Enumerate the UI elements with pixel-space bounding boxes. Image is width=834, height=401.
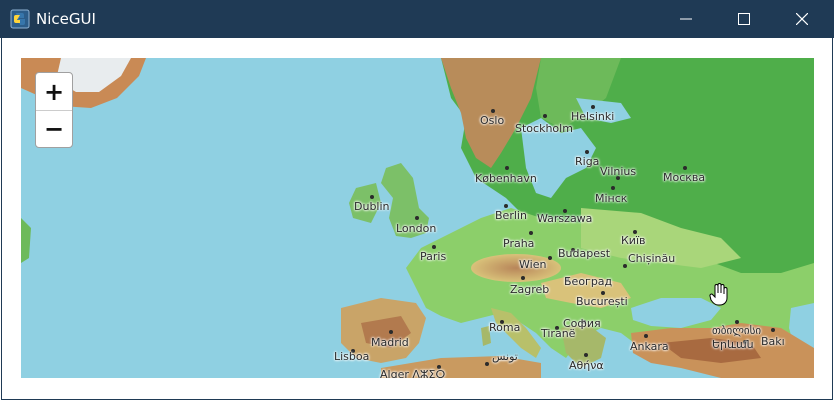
zoom-out-button[interactable]: − xyxy=(36,110,72,147)
city-dot-zagreb xyxy=(521,276,525,280)
city-label-dublin: Dublin xyxy=(354,200,390,213)
city-dot-ankara xyxy=(644,334,648,338)
city-label-kobenhavn: København xyxy=(475,172,537,185)
city-label-bucuresti: București xyxy=(576,295,628,308)
city-dot-berlin xyxy=(504,204,508,208)
close-icon xyxy=(796,13,808,25)
city-label-beograd: Београд xyxy=(564,275,613,288)
city-label-london: London xyxy=(396,222,437,235)
city-label-tunis: تونس xyxy=(492,350,518,363)
city-dot-moskva xyxy=(683,166,687,170)
city-label-ankara: Ankara xyxy=(630,340,669,353)
city-dot-praha xyxy=(529,231,533,235)
maximize-button[interactable] xyxy=(715,0,773,38)
city-label-lisboa: Lisboa xyxy=(334,350,370,363)
title-bar: NiceGUI xyxy=(0,0,834,38)
city-dot-dublin xyxy=(370,195,374,199)
city-dot-wien xyxy=(548,256,552,260)
city-label-kyiv: Київ xyxy=(621,234,646,247)
maximize-icon xyxy=(738,13,750,25)
zoom-in-button[interactable]: + xyxy=(36,73,72,111)
city-label-zagreb: Zagreb xyxy=(510,283,550,296)
city-label-moskva: Москва xyxy=(663,171,706,184)
city-label-praha: Praha xyxy=(503,237,535,250)
city-label-berlin: Berlin xyxy=(495,209,527,222)
city-dot-oslo xyxy=(491,109,495,113)
city-dot-minsk xyxy=(611,186,615,190)
city-label-chisinau: Chișinău xyxy=(628,252,676,265)
city-dot-madrid xyxy=(389,330,393,334)
city-label-stockholm: Stockholm xyxy=(515,122,573,135)
zoom-control: + − xyxy=(35,72,73,148)
city-label-helsinki: Helsinki xyxy=(571,110,615,123)
city-label-paris: Paris xyxy=(420,250,447,263)
window-title: NiceGUI xyxy=(36,10,96,28)
city-label-vilnius: Vilnius xyxy=(600,165,637,178)
city-dot-baki xyxy=(771,328,775,332)
minimize-icon xyxy=(680,18,692,20)
city-label-tbilisi: თბილისი xyxy=(712,324,762,337)
city-label-warszawa: Warszawa xyxy=(537,212,593,225)
city-dot-athina xyxy=(584,353,588,357)
city-label-alger: Alger ⴷⵣⵉⵔ xyxy=(380,368,446,378)
city-label-roma: Roma xyxy=(489,321,521,334)
city-dot-chisinau xyxy=(623,264,627,268)
city-dot-london xyxy=(415,216,419,220)
hand-cursor-icon xyxy=(709,283,728,306)
city-dot-helsinki xyxy=(591,105,595,109)
city-label-minsk: Мінск xyxy=(595,192,628,205)
close-button[interactable] xyxy=(773,0,831,38)
city-label-riga: Riga xyxy=(575,155,600,168)
city-label-oslo: Oslo xyxy=(480,114,505,127)
city-label-wien: Wien xyxy=(519,258,547,271)
map-view[interactable]: + − Oslo Stockholm Helsinki Riga Vilnius… xyxy=(21,58,814,378)
city-dot-tunis xyxy=(485,362,489,366)
city-dot-riga xyxy=(585,150,589,154)
city-label-yerevan: Երևան xyxy=(712,338,754,351)
python-icon xyxy=(10,9,30,29)
city-dot-kobenhavn xyxy=(505,166,509,170)
city-label-budapest: Budapest xyxy=(558,247,611,260)
city-label-tirane: Tiranë xyxy=(541,327,576,340)
minimize-button[interactable] xyxy=(657,0,715,38)
city-dot-paris xyxy=(432,245,436,249)
city-dot-stockholm xyxy=(543,114,547,118)
city-label-madrid: Madrid xyxy=(371,336,409,349)
city-label-baki: Bakı xyxy=(761,335,785,348)
city-label-athina: Αθήνα xyxy=(569,359,604,372)
